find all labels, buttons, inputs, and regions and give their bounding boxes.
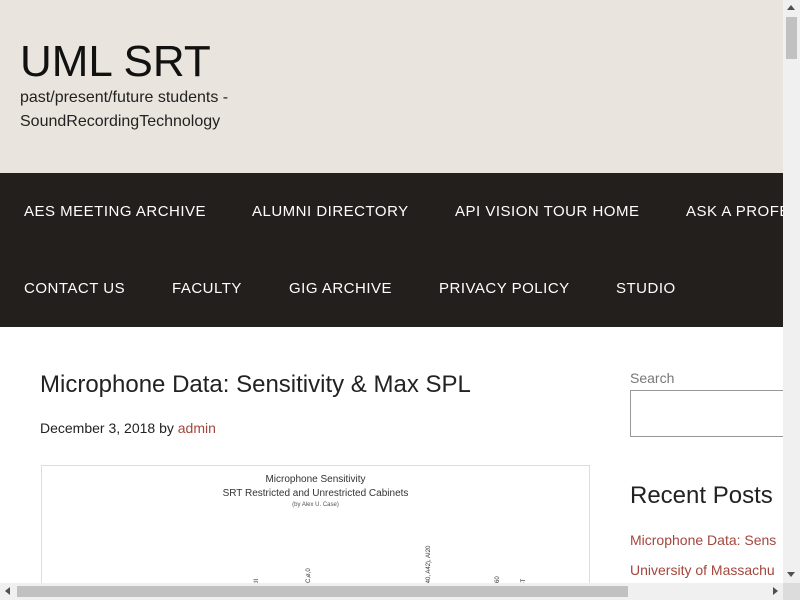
recent-post-link[interactable]: Microphone Data: Sens <box>630 532 776 548</box>
recent-posts-title: Recent Posts <box>630 482 773 509</box>
site-description: past/present/future students - SoundReco… <box>20 89 229 130</box>
site-title[interactable]: UML SRT <box>20 36 211 88</box>
nav-item-faculty[interactable]: FACULTY <box>172 250 242 327</box>
figure-mic-label: ta 1 B,S,C,ø,0 <box>306 568 312 583</box>
post-meta: December 3, 2018 by admin <box>40 420 216 436</box>
scroll-right-arrow-icon[interactable] <box>773 587 778 595</box>
nav-item-ask-a-professor[interactable]: ASK A PROFE <box>686 173 783 250</box>
recent-post-link[interactable]: University of Massachu <box>630 562 775 578</box>
figure-mic-label: 4I180 (A40, A42), AI20 <box>426 545 432 583</box>
horizontal-scroll-thumb[interactable] <box>17 586 628 597</box>
scroll-left-arrow-icon[interactable] <box>5 587 10 595</box>
post-by: by <box>159 420 174 436</box>
nav-item-gig-archive[interactable]: GIG ARCHIVE <box>289 250 392 327</box>
figure-title: Microphone Sensitivity <box>265 474 366 485</box>
post-title[interactable]: Microphone Data: Sensitivity & Max SPL <box>40 371 471 399</box>
nav-item-alumni-directory[interactable]: ALUMNI DIRECTORY <box>252 173 409 250</box>
site-header: UML SRT past/present/future students - S… <box>0 0 783 173</box>
post-figure-image[interactable]: Microphone Sensitivity SRT Restricted an… <box>41 465 590 583</box>
scroll-up-arrow-icon[interactable] <box>787 5 795 10</box>
horizontal-scrollbar[interactable] <box>0 583 783 600</box>
figure-subtitle: SRT Restricted and Unrestricted Cabinets <box>222 488 409 499</box>
search-input[interactable] <box>630 390 783 437</box>
sidebar: Search Recent Posts Microphone Data: Sen… <box>630 327 783 583</box>
figure-credit: (by Alex U. Case) <box>292 502 339 508</box>
main-navigation: AES MEETING ARCHIVE ALUMNI DIRECTORY API… <box>0 173 783 327</box>
nav-item-contact-us[interactable]: CONTACT US <box>24 250 125 327</box>
nav-item-api-vision-tour-home[interactable]: API VISION TOUR HOME <box>455 173 639 250</box>
vertical-scrollbar[interactable] <box>783 0 800 583</box>
post-date: December 3, 2018 <box>40 420 156 436</box>
main-content: Microphone Data: Sensitivity & Max SPL D… <box>0 327 783 583</box>
scroll-down-arrow-icon[interactable] <box>787 572 795 577</box>
browser-viewport: UML SRT past/present/future students - S… <box>0 0 783 583</box>
nav-item-aes-meeting-archive[interactable]: AES MEETING ARCHIVE <box>24 173 206 250</box>
vertical-scroll-thumb[interactable] <box>786 17 797 59</box>
nav-item-privacy-policy[interactable]: PRIVACY POLICY <box>439 250 570 327</box>
post-author-link[interactable]: admin <box>178 420 216 436</box>
nav-item-studio[interactable]: STUDIO <box>616 250 676 327</box>
search-label: Search <box>630 370 675 386</box>
figure-mic-label: h-mic 4060 <box>495 576 501 583</box>
scrollbar-corner <box>783 583 800 600</box>
